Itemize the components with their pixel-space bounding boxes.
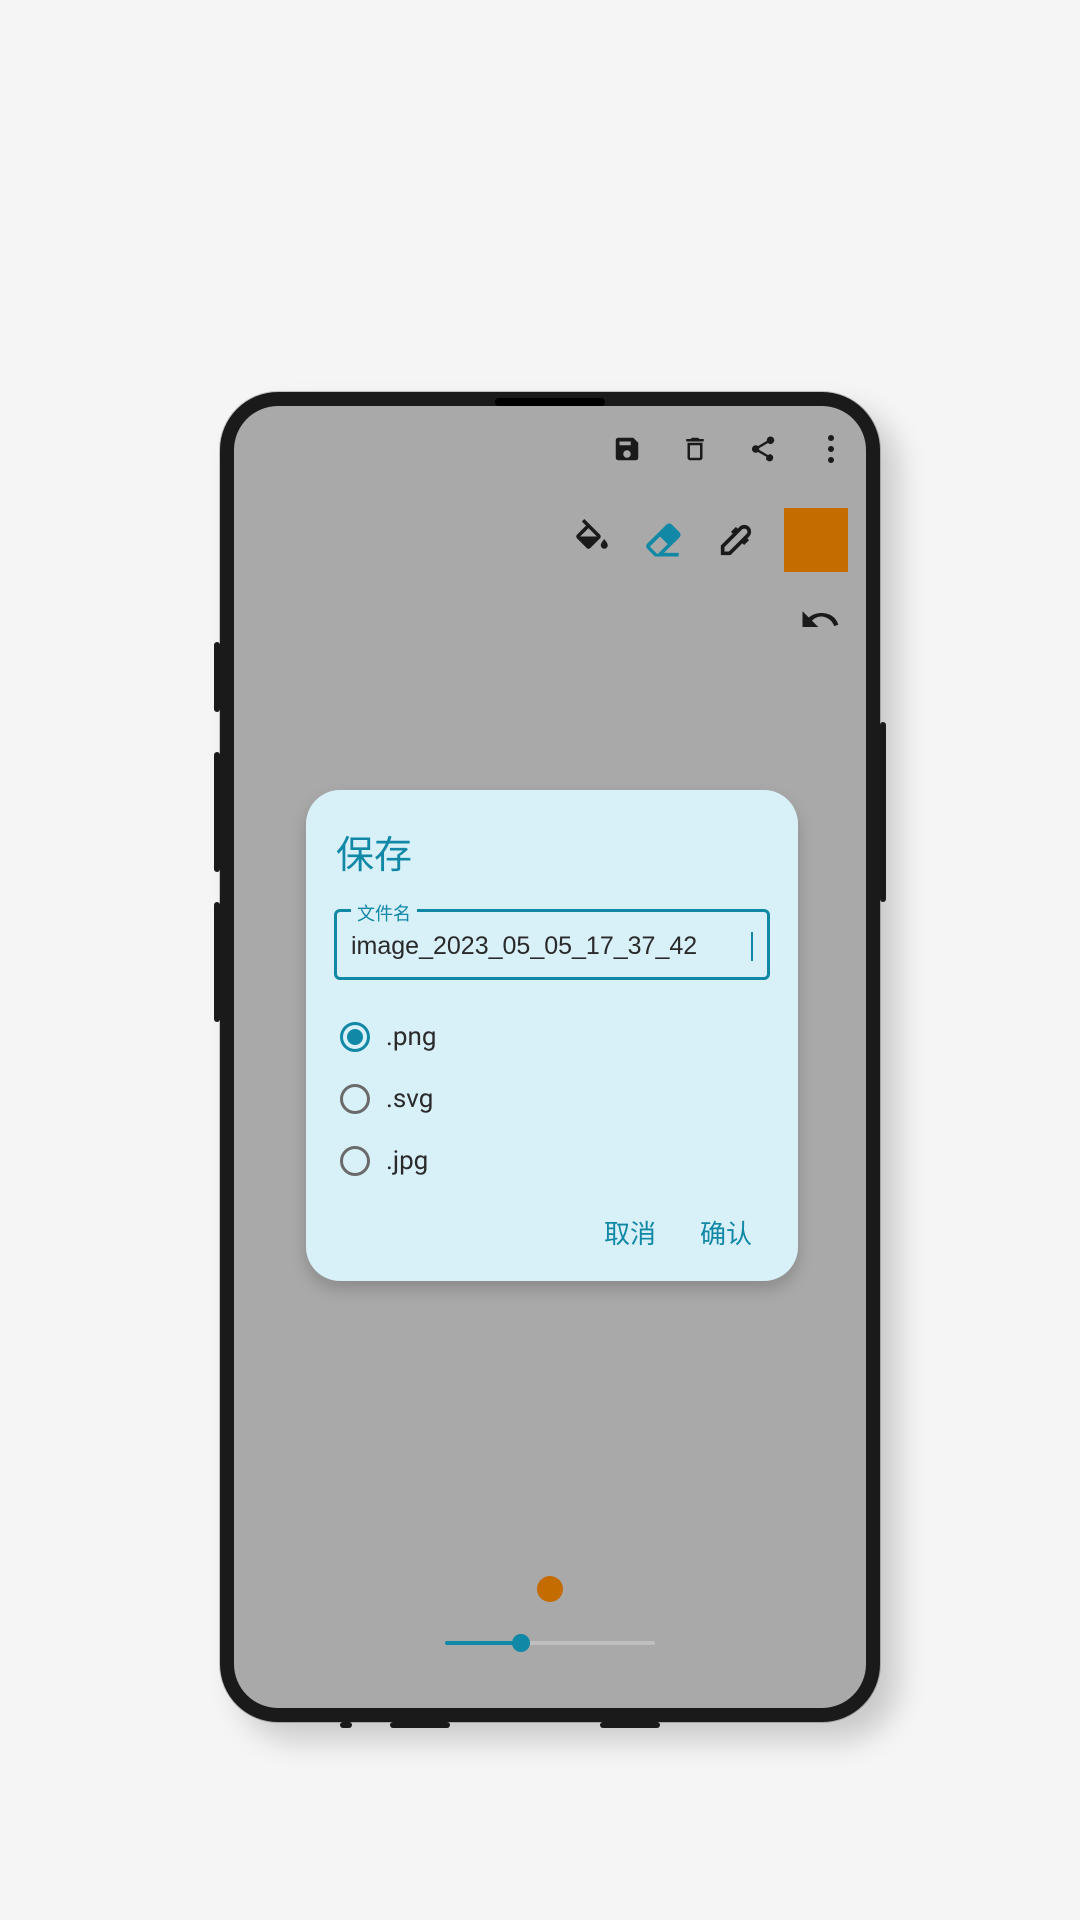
radio-icon xyxy=(340,1022,370,1052)
bottom-port xyxy=(340,1722,352,1728)
brush-preview xyxy=(537,1576,563,1602)
tool-row xyxy=(568,508,848,572)
dialog-title: 保存 xyxy=(334,824,770,879)
overflow-menu-icon[interactable] xyxy=(814,432,848,466)
radio-icon xyxy=(340,1146,370,1176)
format-label: .jpg xyxy=(386,1146,428,1176)
volume-up-button xyxy=(214,752,220,872)
brush-size-slider[interactable] xyxy=(445,1632,655,1654)
dot xyxy=(828,446,834,452)
filename-field[interactable]: 文件名 xyxy=(334,909,770,980)
bottom-port xyxy=(600,1722,660,1728)
fill-bucket-icon[interactable] xyxy=(568,516,616,564)
format-radio-group: .png .svg .jpg xyxy=(334,1008,770,1204)
eyedropper-icon[interactable] xyxy=(712,516,760,564)
phone-frame: 保存 文件名 .png .svg .jp xyxy=(220,392,880,1722)
color-swatch[interactable] xyxy=(784,508,848,572)
save-dialog: 保存 文件名 .png .svg .jp xyxy=(306,790,798,1281)
save-icon[interactable] xyxy=(610,432,644,466)
eraser-icon[interactable] xyxy=(640,516,688,564)
undo-icon[interactable] xyxy=(796,596,844,644)
dot xyxy=(828,435,834,441)
delete-icon[interactable] xyxy=(678,432,712,466)
format-option-svg[interactable]: .svg xyxy=(340,1084,770,1114)
power-button xyxy=(880,722,886,902)
slider-track-active xyxy=(445,1641,520,1645)
format-option-jpg[interactable]: .jpg xyxy=(340,1146,770,1176)
phone-speaker xyxy=(495,398,605,406)
dot xyxy=(828,457,834,463)
confirm-button[interactable]: 确认 xyxy=(700,1214,752,1251)
phone-screen: 保存 文件名 .png .svg .jp xyxy=(234,406,866,1708)
volume-down-button xyxy=(214,902,220,1022)
share-icon[interactable] xyxy=(746,432,780,466)
radio-icon xyxy=(340,1084,370,1114)
format-option-png[interactable]: .png xyxy=(340,1022,770,1052)
cancel-button[interactable]: 取消 xyxy=(604,1214,656,1251)
format-label: .svg xyxy=(386,1084,433,1114)
action-bar xyxy=(610,432,848,466)
drawing-app: 保存 文件名 .png .svg .jp xyxy=(234,406,866,1708)
filename-input[interactable] xyxy=(351,932,753,961)
dialog-actions: 取消 确认 xyxy=(334,1204,770,1261)
filename-label: 文件名 xyxy=(351,900,417,926)
format-label: .png xyxy=(386,1022,436,1052)
bottom-port xyxy=(390,1722,450,1728)
slider-track-inactive xyxy=(520,1641,655,1645)
slider-thumb[interactable] xyxy=(512,1634,530,1652)
volume-mute-button xyxy=(214,642,220,712)
